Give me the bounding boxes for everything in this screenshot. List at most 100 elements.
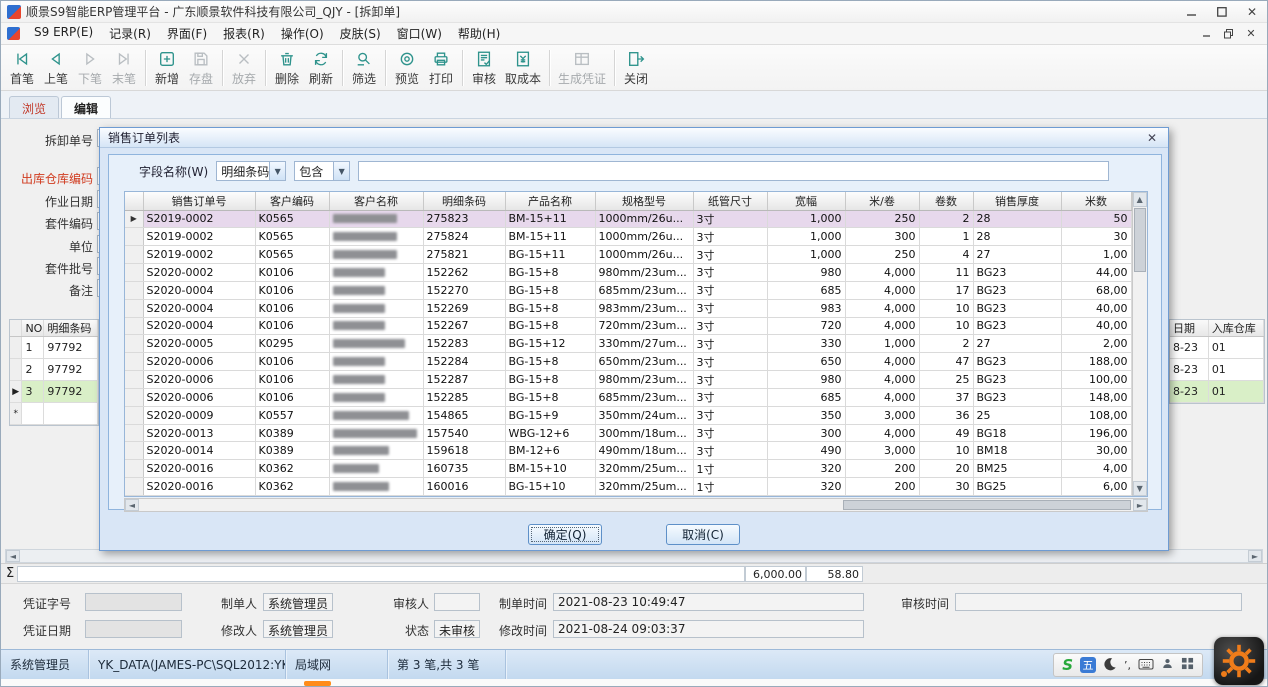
operator-select[interactable]: 包含 ▼ (294, 161, 350, 181)
toolbar-button-print[interactable]: 打印 (424, 47, 458, 88)
order-cell: 320mm/25um... (595, 460, 693, 478)
ok-button[interactable]: 确定(Q) (528, 524, 602, 545)
orders-column-header[interactable]: 客户名称 (329, 192, 423, 210)
scroll-left-icon[interactable]: ◄ (6, 550, 20, 562)
order-row[interactable]: S2020-0006K0106152287BG-15+8980mm/23um..… (125, 371, 1131, 389)
toolbar-button-refresh[interactable]: 刷新 (304, 47, 338, 88)
order-row[interactable]: S2020-0016K0362160735BM-15+10320mm/25um.… (125, 460, 1131, 478)
detail-grid-right-fragment[interactable]: 日期入库仓库8-23018-23018-2301 (1169, 319, 1265, 404)
punctuation-icon[interactable]: ’, (1124, 659, 1131, 672)
orders-column-header[interactable]: 卷数 (919, 192, 973, 210)
orders-column-header[interactable]: 米/卷 (845, 192, 919, 210)
order-row[interactable]: S2020-0004K0106152270BG-15+8685mm/23um..… (125, 281, 1131, 299)
orders-column-header[interactable]: 米数 (1061, 192, 1131, 210)
menu-item-3[interactable]: 报表(R) (215, 23, 273, 44)
grid-row[interactable]: * (10, 403, 98, 425)
menu-item-1[interactable]: 记录(R) (101, 23, 159, 44)
grid-row[interactable]: 8-2301 (1170, 381, 1264, 403)
scroll-up-icon[interactable]: ▲ (1133, 192, 1148, 207)
orders-column-header[interactable]: 产品名称 (505, 192, 595, 210)
toolbar-label: 预览 (395, 70, 419, 87)
minimize-button[interactable] (1177, 2, 1207, 22)
orders-column-header[interactable]: 宽幅 (767, 192, 845, 210)
toolbar-button-first[interactable]: 首笔 (5, 47, 39, 88)
tab-browse[interactable]: 浏览 (9, 96, 59, 118)
order-row[interactable]: S2020-0004K0106152269BG-15+8983mm/23um..… (125, 299, 1131, 317)
grid-row[interactable]: 197792 (10, 337, 98, 359)
scroll-left-icon[interactable]: ◄ (125, 499, 139, 511)
order-row[interactable]: S2020-0016K0362160016BG-15+10320mm/25um.… (125, 478, 1131, 496)
审核人-field (434, 593, 480, 611)
grid-row[interactable]: ▶397792 (10, 381, 98, 403)
order-cell (329, 246, 423, 264)
input-method-tray[interactable]: S 五 ’, (1053, 653, 1203, 677)
menu-item-2[interactable]: 界面(F) (159, 23, 215, 44)
toolbox-grid-icon[interactable] (1181, 657, 1194, 673)
menu-item-7[interactable]: 帮助(H) (450, 23, 508, 44)
order-row[interactable]: S2020-0002K0106152262BG-15+8980mm/23um..… (125, 264, 1131, 282)
order-row[interactable]: S2020-0013K0389157540WBG-12+6300mm/18um.… (125, 424, 1131, 442)
scroll-right-icon[interactable]: ► (1133, 499, 1147, 511)
order-cell: BG23 (973, 353, 1061, 371)
child-restore-button[interactable] (1219, 26, 1239, 42)
toolbar-button-audit[interactable]: 审核 (467, 47, 501, 88)
field-name-select[interactable]: 明细条码 ▼ (216, 161, 286, 181)
orders-column-header[interactable]: 销售订单号 (143, 192, 255, 210)
detail-grid-left-fragment[interactable]: NO明细条码197792297792▶397792* (9, 319, 99, 426)
orders-column-header[interactable]: 纸管尺寸 (693, 192, 767, 210)
maximize-button[interactable] (1207, 2, 1237, 22)
dialog-close-icon[interactable]: ✕ (1144, 132, 1160, 144)
toolbar-button-filter[interactable]: 筛选 (347, 47, 381, 88)
orders-column-header[interactable]: 客户编码 (255, 192, 329, 210)
vertical-scrollbar[interactable]: ▲ ▼ (1132, 192, 1148, 496)
menu-item-6[interactable]: 窗口(W) (389, 23, 450, 44)
order-row[interactable]: S2020-0005K0295152283BG-15+12330mm/27um.… (125, 335, 1131, 353)
keyboard-icon[interactable] (1138, 657, 1154, 674)
order-row[interactable]: S2020-0006K0106152284BG-15+8650mm/23um..… (125, 353, 1131, 371)
orders-column-header[interactable]: 规格型号 (595, 192, 693, 210)
grid-row[interactable]: 8-2301 (1170, 337, 1264, 359)
dialog-horizontal-scrollbar[interactable]: ◄ ► (124, 498, 1148, 512)
order-row[interactable]: S2019-0002K0565275824BM-15+111000mm/26u.… (125, 228, 1131, 246)
child-minimize-button[interactable] (1197, 26, 1217, 42)
main-horizontal-scrollbar[interactable]: ◄ ► (5, 549, 1263, 563)
toolbar-button-add[interactable]: 新增 (150, 47, 184, 88)
menu-item-5[interactable]: 皮肤(S) (332, 23, 389, 44)
scroll-down-icon[interactable]: ▼ (1133, 481, 1148, 496)
dialog-titlebar[interactable]: 销售订单列表 ✕ (100, 128, 1168, 148)
hscroll-thumb[interactable] (843, 500, 1131, 510)
menu-item-4[interactable]: 操作(O) (273, 23, 332, 44)
user-icon[interactable] (1161, 657, 1174, 673)
sogou-input-icon[interactable]: S (1062, 656, 1073, 674)
orders-column-header[interactable]: 明细条码 (423, 192, 505, 210)
toolbar-button-close[interactable]: 关闭 (619, 47, 653, 88)
filter-value-input[interactable] (358, 161, 1109, 181)
floating-gear-widget[interactable] (1214, 637, 1264, 685)
tab-edit[interactable]: 编辑 (61, 96, 111, 118)
toolbar-button-preview[interactable]: 预览 (390, 47, 424, 88)
toolbar-button-delete[interactable]: 删除 (270, 47, 304, 88)
grid-row[interactable]: 8-2301 (1170, 359, 1264, 381)
cancel-button[interactable]: 取消(C) (666, 524, 740, 545)
toolbar-button-cost[interactable]: 取成本 (501, 47, 545, 88)
close-button[interactable]: ✕ (1237, 2, 1267, 22)
order-cell: 4,00 (1061, 460, 1131, 478)
order-row[interactable]: S2020-0014K0389159618BM-12+6490mm/18um..… (125, 442, 1131, 460)
wubi-input-icon[interactable]: 五 (1080, 657, 1096, 673)
scroll-right-icon[interactable]: ► (1248, 550, 1262, 562)
order-row[interactable]: S2020-0004K0106152267BG-15+8720mm/23um..… (125, 317, 1131, 335)
grid-row[interactable]: 297792 (10, 359, 98, 381)
child-close-button[interactable]: ✕ (1241, 26, 1261, 42)
order-row[interactable]: S2019-0002K0565275821BG-15+111000mm/26u.… (125, 246, 1131, 264)
orders-column-header[interactable]: 销售厚度 (973, 192, 1061, 210)
vscroll-thumb[interactable] (1134, 208, 1147, 272)
toolbar-label: 关闭 (624, 70, 648, 87)
moon-icon[interactable] (1103, 657, 1117, 674)
toolbar-button-prev[interactable]: 上笔 (39, 47, 73, 88)
menu-item-0[interactable]: S9 ERP(E) (26, 23, 101, 44)
column-header: 日期 (1170, 320, 1209, 336)
order-row[interactable]: S2020-0006K0106152285BG-15+8685mm/23um..… (125, 388, 1131, 406)
order-row[interactable]: ▶S2019-0002K0565275823BM-15+111000mm/26u… (125, 210, 1131, 228)
row-indicator-cell (125, 460, 143, 478)
order-row[interactable]: S2020-0009K0557154865BG-15+9350mm/24um..… (125, 406, 1131, 424)
